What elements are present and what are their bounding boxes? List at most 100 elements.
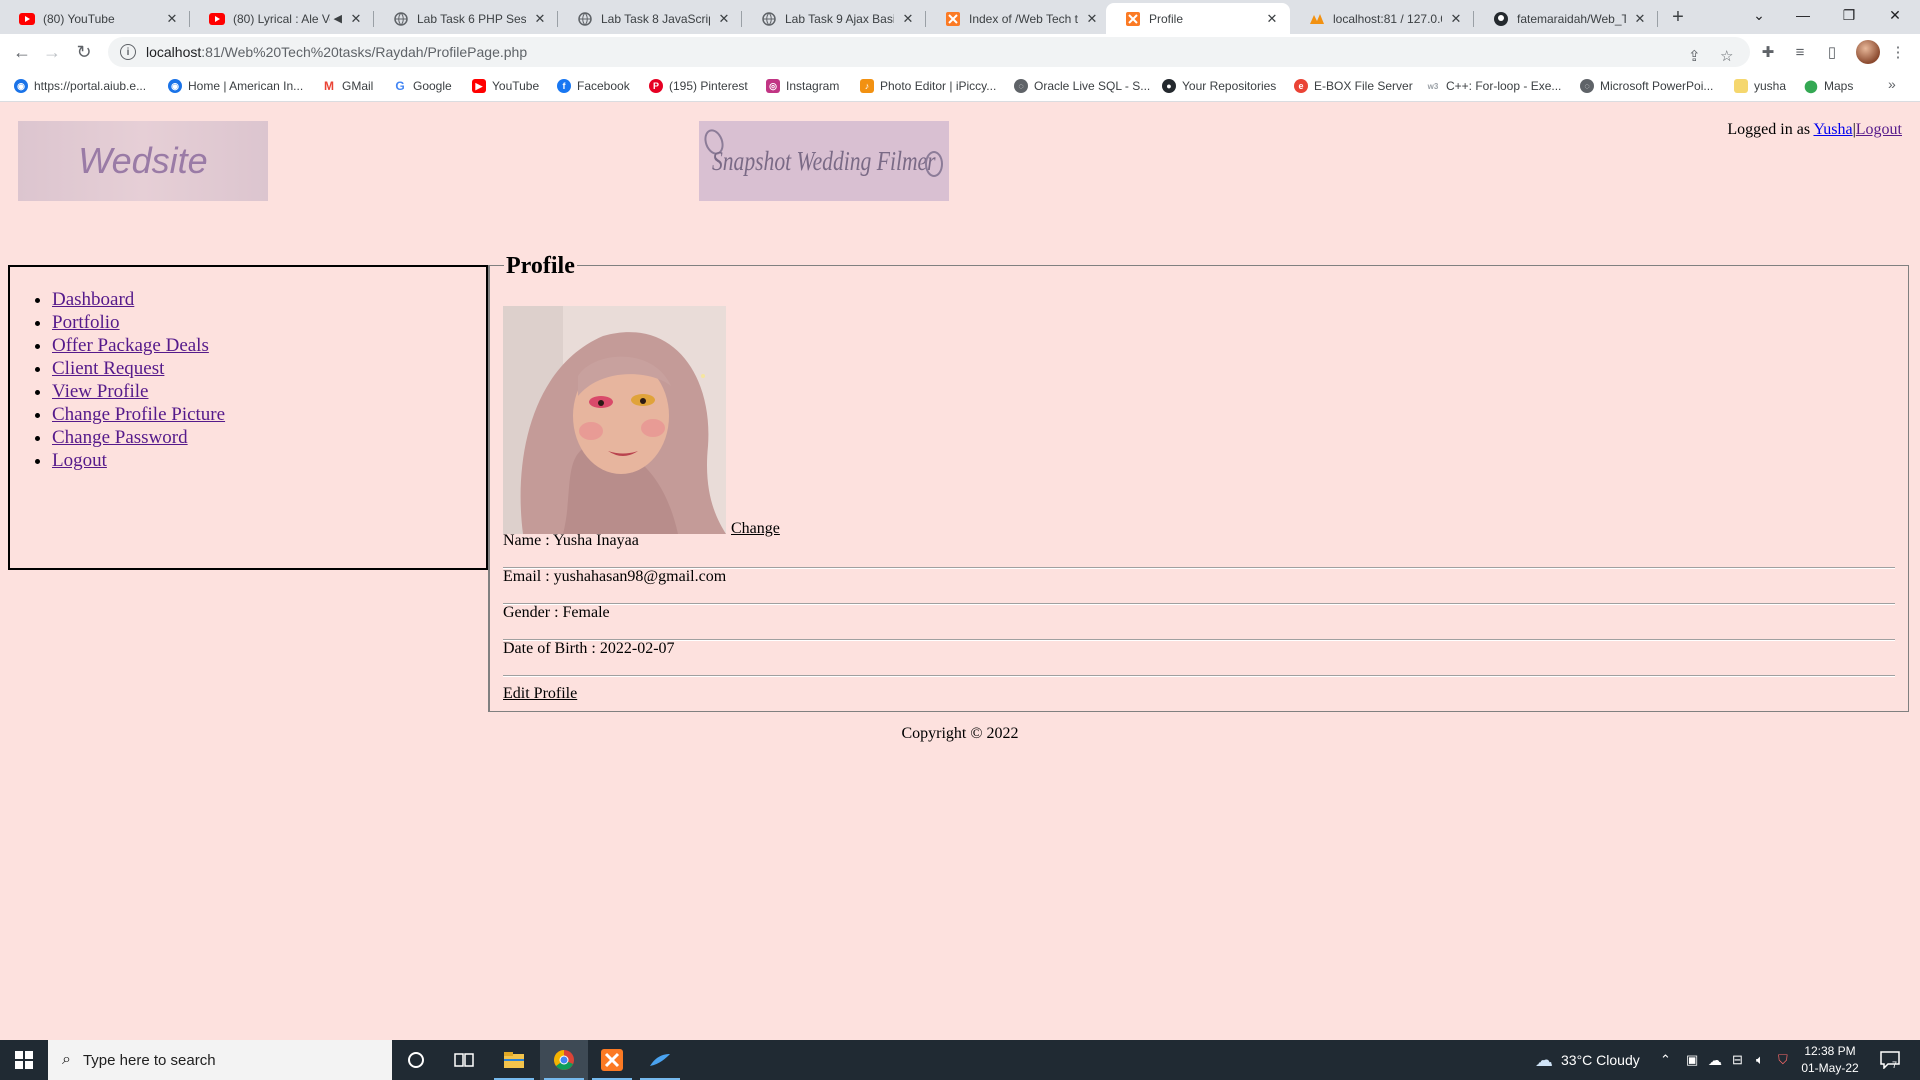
avatar[interactable] xyxy=(1856,40,1880,64)
tab-youtube[interactable]: (80) YouTube ✕ xyxy=(0,3,190,34)
vscode-icon[interactable] xyxy=(636,1040,684,1080)
tab-phpmyadmin[interactable]: localhost:81 / 127.0.0. ✕ xyxy=(1290,3,1474,34)
windows-icon xyxy=(15,1051,33,1069)
taskbar-clock[interactable]: 12:38 PM 01-May-22 xyxy=(1795,1043,1865,1077)
bookmark-item[interactable]: ◌ Microsoft PowerPoi... xyxy=(1580,78,1713,94)
view-profile-link[interactable]: View Profile xyxy=(52,381,148,402)
header-logout-link[interactable]: Logout xyxy=(1856,121,1902,138)
bookmark-item[interactable]: w3 C++: For-loop - Exe... xyxy=(1426,78,1562,94)
tab-lab6[interactable]: Lab Task 6 PHP Session ✕ xyxy=(374,3,558,34)
extensions-icon[interactable]: ✚ xyxy=(1758,42,1778,62)
back-arrow-icon[interactable]: ← xyxy=(8,38,36,66)
bookmark-item[interactable]: ♪ Photo Editor | iPiccy... xyxy=(860,78,996,94)
cortana-icon[interactable] xyxy=(392,1040,440,1080)
site-logo-text: Wedsite xyxy=(78,140,208,181)
close-icon[interactable]: ✕ xyxy=(1448,11,1464,27)
close-window-button[interactable]: ✕ xyxy=(1872,0,1918,30)
forward-arrow-icon[interactable]: → xyxy=(38,38,66,66)
tab-search-chevron-icon[interactable]: ⌄ xyxy=(1736,0,1782,30)
close-icon[interactable]: ✕ xyxy=(348,11,364,27)
tab-profile[interactable]: Profile ✕ xyxy=(1106,3,1290,34)
close-icon[interactable]: ✕ xyxy=(1632,11,1648,27)
windows-start-button[interactable] xyxy=(0,1040,48,1080)
close-icon[interactable]: ✕ xyxy=(532,11,548,27)
file-explorer-icon[interactable] xyxy=(490,1040,538,1080)
client-request-link[interactable]: Client Request xyxy=(52,358,164,379)
bookmark-item[interactable]: ◉ Home | American In... xyxy=(168,78,303,94)
chrome-icon[interactable] xyxy=(540,1040,588,1080)
bookmark-label: Photo Editor | iPiccy... xyxy=(880,79,997,93)
reading-list-icon[interactable]: ≡ xyxy=(1790,42,1810,62)
github-icon: ● xyxy=(1162,79,1176,93)
tab-lab9[interactable]: Lab Task 9 Ajax Basic P ✕ xyxy=(742,3,926,34)
edit-profile-link[interactable]: Edit Profile xyxy=(503,685,577,703)
bookmark-item[interactable]: e E-BOX File Server xyxy=(1294,78,1413,94)
clock-date: 01-May-22 xyxy=(1801,1061,1859,1075)
bookmark-item[interactable]: ● Your Repositories xyxy=(1162,78,1276,94)
tab-title: (80) YouTube xyxy=(43,11,115,26)
weather-widget[interactable]: ☁ 33°C Cloudy xyxy=(1535,1040,1640,1080)
tab-title: fatemaraidah/Web_Te xyxy=(1517,11,1626,26)
bookmark-item[interactable]: ◎ Instagram xyxy=(766,78,839,94)
profile-gender: Gender : Female xyxy=(503,604,610,621)
footer-copyright: Copyright © 2022 xyxy=(901,725,1019,742)
sidebar-item-change-profile-picture: Change Profile Picture xyxy=(52,403,225,426)
bookmark-item[interactable]: P (195) Pinterest xyxy=(649,78,748,94)
address-url[interactable]: localhost:81/Web%20Tech%20tasks/Raydah/P… xyxy=(146,44,527,60)
bookmark-label: GMail xyxy=(342,79,374,93)
close-icon[interactable]: ✕ xyxy=(1264,11,1280,27)
security-icon[interactable]: ⛉ xyxy=(1778,1040,1788,1080)
notification-icon[interactable]: 7 xyxy=(1880,1040,1900,1080)
taskbar: ⌕ Type here to search ☁ 33°C Cloudy ⌃ ▣ … xyxy=(0,1040,1920,1080)
bookmark-item[interactable]: yusha xyxy=(1734,78,1786,94)
site-info-icon[interactable]: i xyxy=(120,44,136,60)
bookmark-item[interactable]: f Facebook xyxy=(557,78,630,94)
tab-github[interactable]: fatemaraidah/Web_Te ✕ xyxy=(1474,3,1658,34)
new-tab-button[interactable]: + xyxy=(1664,5,1692,29)
side-panel-icon[interactable]: ▯ xyxy=(1822,42,1842,62)
close-icon[interactable]: ✕ xyxy=(164,11,180,27)
speaker-muted-icon[interactable]: ◀︎ xyxy=(334,12,342,25)
menu-icon[interactable]: ⋮ xyxy=(1888,42,1908,62)
sidebar-item-dashboard: Dashboard xyxy=(52,288,225,311)
reload-icon[interactable]: ↻ xyxy=(70,38,98,66)
tab-index[interactable]: Index of /Web Tech ta ✕ xyxy=(926,3,1110,34)
more-bookmarks-chevron-icon[interactable]: » xyxy=(1888,76,1896,92)
task-view-icon[interactable] xyxy=(440,1040,488,1080)
device-icon[interactable]: ▣ xyxy=(1686,1040,1698,1080)
sidebar-logout-link[interactable]: Logout xyxy=(52,450,107,471)
close-icon[interactable]: ✕ xyxy=(716,11,732,27)
taskbar-search-input[interactable]: ⌕ Type here to search xyxy=(48,1040,392,1080)
close-icon[interactable]: ✕ xyxy=(1084,11,1100,27)
portfolio-link[interactable]: Portfolio xyxy=(52,312,120,333)
change-profile-picture-link[interactable]: Change Profile Picture xyxy=(52,404,225,425)
tab-lab8[interactable]: Lab Task 8 JavaScript E ✕ xyxy=(558,3,742,34)
close-icon[interactable]: ✕ xyxy=(900,11,916,27)
restore-button[interactable]: ❐ xyxy=(1826,0,1872,30)
bookmark-item[interactable]: ⬤ Maps xyxy=(1804,78,1853,94)
globe-icon xyxy=(577,11,593,27)
change-password-link[interactable]: Change Password xyxy=(52,427,188,448)
tab-title: Lab Task 9 Ajax Basic P xyxy=(785,11,894,26)
bookmark-item[interactable]: ◉ https://portal.aiub.e... xyxy=(14,78,146,94)
share-icon[interactable]: ⇪ xyxy=(1688,47,1701,65)
address-bar[interactable]: i localhost:81/Web%20Tech%20tasks/Raydah… xyxy=(108,37,1750,67)
network-icon[interactable]: ⊟ xyxy=(1732,1040,1743,1080)
minimize-button[interactable]: — xyxy=(1780,0,1826,30)
xampp-icon[interactable] xyxy=(588,1040,636,1080)
dashboard-link[interactable]: Dashboard xyxy=(52,289,134,310)
offer-package-deals-link[interactable]: Offer Package Deals xyxy=(52,335,209,356)
change-photo-link[interactable]: Change xyxy=(731,520,780,538)
star-icon[interactable]: ☆ xyxy=(1720,47,1733,65)
bookmark-label: (195) Pinterest xyxy=(669,79,748,93)
username-link[interactable]: Yusha xyxy=(1813,121,1852,138)
volume-icon[interactable]: 🔈︎ xyxy=(1756,1040,1764,1080)
bookmark-item[interactable]: ▶ YouTube xyxy=(472,78,539,94)
tab-lyrical[interactable]: (80) Lyrical : Ale Ve ◀︎ ✕ xyxy=(190,3,374,34)
bookmark-item[interactable]: M GMail xyxy=(322,78,373,94)
bookmark-item[interactable]: ◌ Oracle Live SQL - S... xyxy=(1014,78,1150,94)
chevron-up-icon[interactable]: ⌃ xyxy=(1660,1040,1671,1080)
bookmark-item[interactable]: G Google xyxy=(393,78,452,94)
bookmark-label: Google xyxy=(413,79,452,93)
onedrive-icon[interactable]: ☁ xyxy=(1708,1040,1722,1080)
